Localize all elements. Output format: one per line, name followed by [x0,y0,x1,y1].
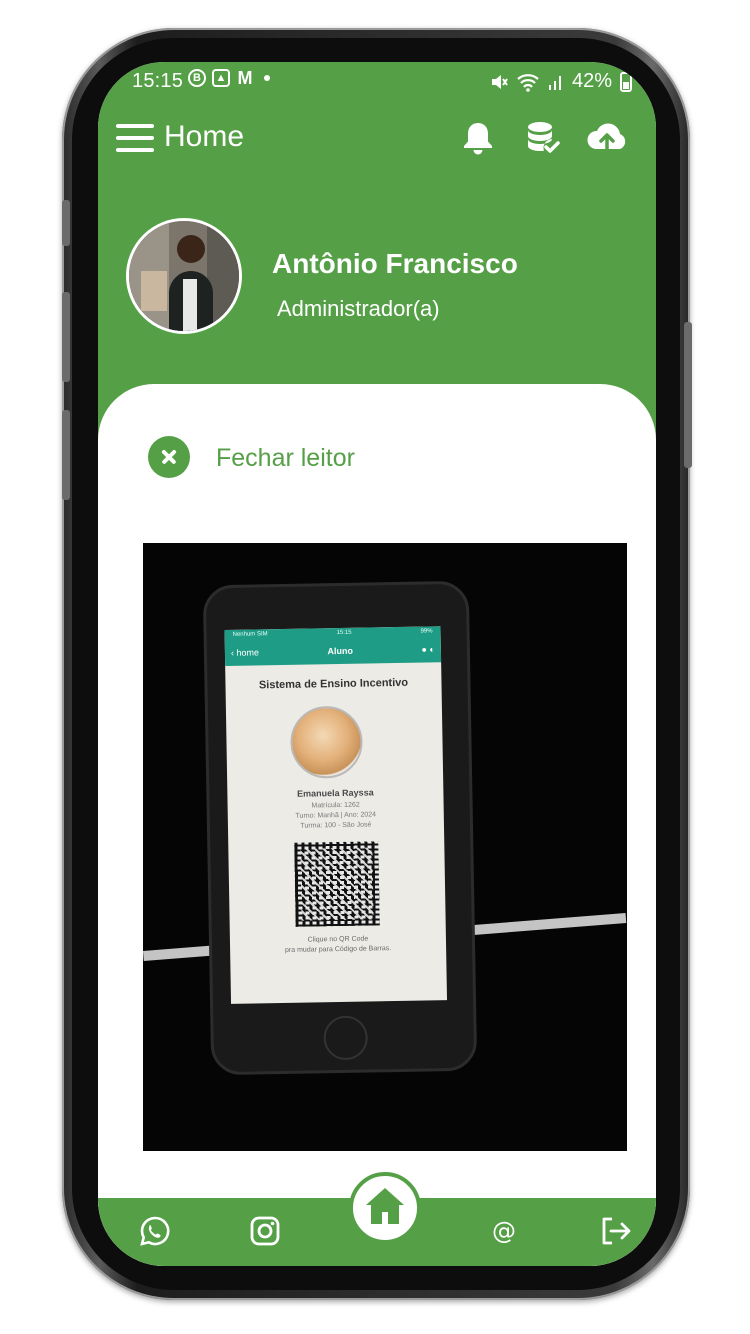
battery-icon [620,71,632,92]
status-time: 15:15 [132,70,184,92]
scanned-student-photo [289,705,364,779]
home-button[interactable] [349,1172,421,1244]
scanned-nav-back: ‹ home [230,647,260,658]
phone-side-button [62,292,70,382]
at-sign-icon[interactable]: @ [487,1214,521,1248]
user-name: Antônio Francisco [272,248,518,279]
app-screen: 15:15 B ▲ M 42% Home Antônio Francisco A… [98,62,656,1266]
scanned-phone-screen: Nenhum SIM 15:15 99% ‹ home Aluno ● ◐ Si… [224,626,448,1004]
scanned-matricula: Matrícula: 1262 [311,801,360,810]
scanned-nav-icons: ● ◐ [421,644,435,655]
image-icon: ▲ [212,69,230,87]
scanned-app-header: Nenhum SIM 15:15 99% ‹ home Aluno ● ◐ [224,626,442,666]
scanned-phone: Nenhum SIM 15:15 99% ‹ home Aluno ● ◐ Si… [202,580,478,1076]
gmail-icon: M [237,68,253,88]
scanned-turma: Turma: 100 - São José [300,821,372,830]
scanned-hint-line1: Clique no QR Code [307,935,369,944]
dot-icon [264,75,270,81]
svg-text:@: @ [492,1217,516,1245]
signal-icon [548,75,561,90]
b-circle-icon: B [188,69,206,87]
mute-icon [491,74,508,89]
battery-percent: 42% [571,70,612,92]
scanned-home-button [323,1015,369,1061]
scanned-student-name: Emanuela Rayssa [297,787,374,799]
wifi-icon [517,73,539,92]
scanned-hint-line2: pra mudar para Código de Barras. [284,945,392,954]
scanned-turno: Turno: Manhã | Ano: 2024 [295,811,377,820]
cloud-upload-icon[interactable] [584,118,630,158]
phone-side-button [62,410,70,500]
scanned-status-battery: 99% [420,628,433,635]
whatsapp-icon[interactable] [138,1214,172,1248]
page-title: Home [164,120,245,153]
menu-icon[interactable] [116,124,154,152]
close-reader-button[interactable] [148,436,190,478]
scanned-status-time: 15:15 [336,629,352,637]
status-bar: 15:15 B ▲ M 42% [98,62,656,102]
user-role: Administrador(a) [277,296,440,321]
avatar [126,218,242,334]
database-check-icon[interactable] [523,118,563,158]
scanned-school-name: Sistema de Ensino Incentivo [258,676,409,692]
qr-code [294,841,380,927]
camera-preview: Nenhum SIM 15:15 99% ‹ home Aluno ● ◐ Si… [143,543,627,1151]
home-icon [366,1188,404,1224]
scanned-nav-title: Aluno [327,645,354,657]
app-bar: Home [98,114,656,162]
phone-side-button [62,200,70,246]
close-reader-label[interactable]: Fechar leitor [216,444,355,473]
phone-side-button [684,322,692,468]
bell-icon[interactable] [458,118,498,158]
logout-icon[interactable] [598,1214,632,1248]
instagram-icon[interactable] [248,1214,282,1248]
scanned-status-carrier: Nenhum SIM [232,631,268,638]
